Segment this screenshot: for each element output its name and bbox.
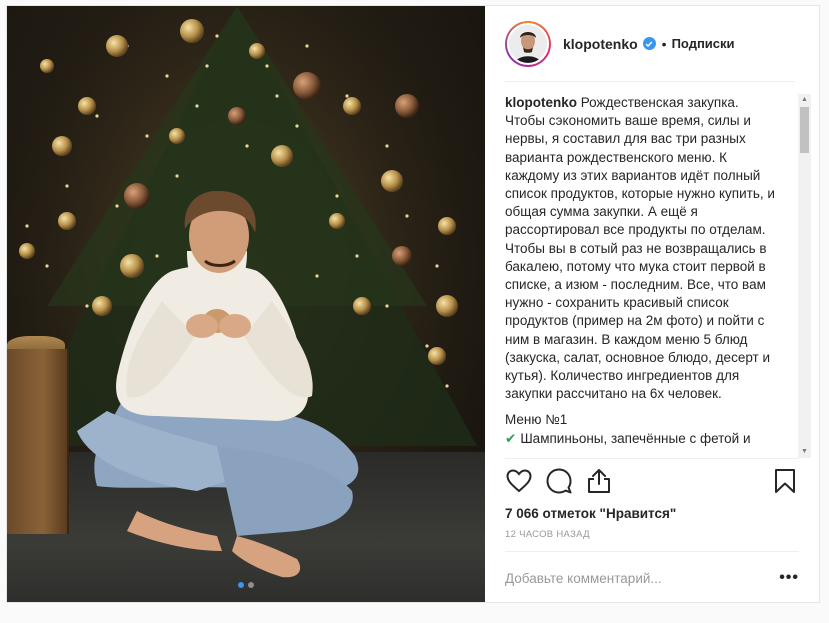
post-photo[interactable] bbox=[7, 6, 485, 602]
post-card: klopotenko • Подписки klopotenko Рождест… bbox=[6, 5, 820, 603]
menu-item: ✔ Шампиньоны, запечённые с фетой и bbox=[505, 430, 780, 448]
caption-username[interactable]: klopotenko bbox=[505, 95, 577, 110]
more-icon[interactable]: ••• bbox=[779, 569, 799, 587]
share-icon[interactable] bbox=[579, 461, 619, 501]
carousel-indicator bbox=[7, 582, 485, 588]
person-figure bbox=[77, 191, 359, 578]
caption-scrollbar[interactable]: ▲ ▼ bbox=[798, 94, 811, 458]
comment-bar: ••• bbox=[505, 551, 799, 604]
scroll-up-arrow-icon[interactable]: ▲ bbox=[798, 94, 811, 106]
action-bar bbox=[505, 458, 799, 502]
post-timestamp[interactable]: 12 ЧАСОВ НАЗАД bbox=[505, 529, 590, 540]
verified-icon bbox=[642, 37, 656, 50]
caption-area: klopotenko Рождественская закупка. Чтобы… bbox=[505, 94, 809, 458]
author-username[interactable]: klopotenko bbox=[563, 36, 638, 52]
avatar[interactable] bbox=[505, 20, 551, 67]
post-sidebar: klopotenko • Подписки klopotenko Рождест… bbox=[485, 6, 819, 602]
caption-body: Рождественская закупка. Чтобы сэкономить… bbox=[505, 95, 779, 402]
header-separator: • bbox=[661, 35, 667, 52]
heart-icon[interactable] bbox=[499, 461, 539, 501]
check-icon: ✔ bbox=[505, 430, 517, 446]
caption-menu: Меню №1 ✔ Шампиньоны, запечённые с фетой … bbox=[505, 411, 780, 447]
menu-title: Меню №1 bbox=[505, 412, 568, 428]
bookmark-icon[interactable] bbox=[765, 461, 805, 501]
following-button[interactable]: Подписки bbox=[672, 36, 735, 51]
scroll-thumb[interactable] bbox=[800, 107, 809, 153]
comment-input[interactable] bbox=[505, 570, 780, 586]
caption: klopotenko Рождественская закупка. Чтобы… bbox=[505, 94, 780, 403]
gift-box bbox=[7, 349, 69, 534]
comment-icon[interactable] bbox=[539, 461, 579, 501]
carousel-dot-2[interactable] bbox=[248, 582, 254, 588]
likes-count[interactable]: 7 066 отметок "Нравится" bbox=[505, 506, 676, 521]
scroll-down-arrow-icon[interactable]: ▼ bbox=[798, 446, 811, 458]
menu-item-text: Шампиньоны, запечённые с фетой и bbox=[520, 430, 751, 446]
post-header: klopotenko • Подписки bbox=[505, 6, 795, 82]
avatar-image bbox=[507, 22, 549, 65]
carousel-dot-1[interactable] bbox=[238, 582, 244, 588]
